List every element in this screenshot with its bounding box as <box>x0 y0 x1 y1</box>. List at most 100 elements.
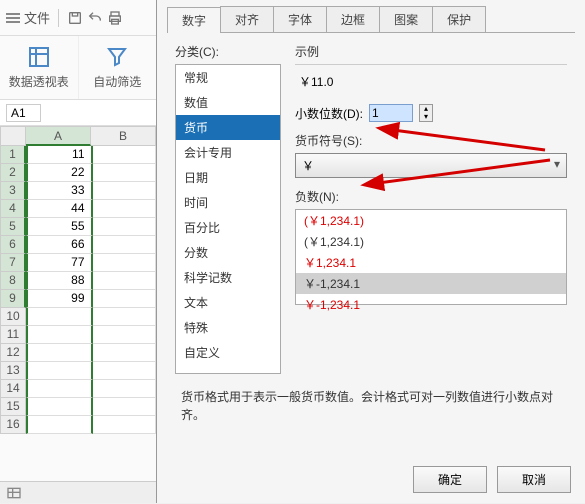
dialog-tab[interactable]: 保护 <box>432 6 486 32</box>
negative-list[interactable]: (￥1,234.1)(￥1,234.1)￥1,234.1￥-1,234.1￥-1… <box>295 209 567 305</box>
category-item[interactable]: 科学记数 <box>176 265 280 290</box>
row-header[interactable]: 7 <box>0 254 26 272</box>
column-header-b[interactable]: B <box>91 126 156 146</box>
cell[interactable] <box>93 146 157 164</box>
negative-item[interactable]: ￥1,234.1 <box>296 252 566 273</box>
cell[interactable]: 33 <box>26 182 93 200</box>
save-icon[interactable] <box>67 10 83 26</box>
spin-down-icon[interactable]: ▾ <box>420 113 432 121</box>
cell[interactable]: 66 <box>26 236 93 254</box>
file-menu[interactable]: 文件 <box>24 8 50 27</box>
cell[interactable] <box>93 272 157 290</box>
hamburger-icon[interactable] <box>6 13 20 23</box>
top-toolbar: 文件 <box>0 0 156 36</box>
cell[interactable]: 88 <box>26 272 93 290</box>
cell[interactable] <box>93 362 157 380</box>
dialog-tab[interactable]: 对齐 <box>220 6 274 32</box>
negative-label: 负数(N): <box>295 188 567 205</box>
row-header[interactable]: 1 <box>0 146 26 164</box>
column-header-a[interactable]: A <box>26 126 91 146</box>
cell[interactable]: 77 <box>26 254 93 272</box>
sample-label: 示例 <box>295 43 567 60</box>
row-header[interactable]: 5 <box>0 218 26 236</box>
row-header[interactable]: 6 <box>0 236 26 254</box>
negative-item[interactable]: (￥1,234.1) <box>296 210 566 231</box>
cell[interactable]: 22 <box>26 164 93 182</box>
row-header[interactable]: 16 <box>0 416 26 434</box>
category-item[interactable]: 数值 <box>176 90 280 115</box>
cell[interactable] <box>93 308 157 326</box>
name-box[interactable]: A1 <box>6 104 41 122</box>
dialog-tab[interactable]: 字体 <box>273 6 327 32</box>
category-item[interactable]: 常规 <box>176 65 280 90</box>
cell[interactable]: 55 <box>26 218 93 236</box>
cell[interactable] <box>26 380 93 398</box>
negative-item[interactable]: ￥-1,234.1 <box>296 273 566 294</box>
row-header[interactable]: 13 <box>0 362 26 380</box>
row-header[interactable]: 4 <box>0 200 26 218</box>
cell[interactable] <box>93 290 157 308</box>
dialog-tab[interactable]: 数字 <box>167 7 221 33</box>
row-header[interactable]: 14 <box>0 380 26 398</box>
cell[interactable]: 99 <box>26 290 93 308</box>
category-item[interactable]: 分数 <box>176 240 280 265</box>
print-icon[interactable] <box>107 10 123 26</box>
name-box-row: A1 <box>0 100 156 126</box>
category-item[interactable]: 货币 <box>176 115 280 140</box>
undo-icon[interactable] <box>87 10 103 26</box>
category-item[interactable]: 特殊 <box>176 315 280 340</box>
cell[interactable] <box>93 398 157 416</box>
category-item[interactable]: 会计专用 <box>176 140 280 165</box>
cell[interactable] <box>26 308 93 326</box>
cell[interactable]: 44 <box>26 200 93 218</box>
dialog-tabs: 数字对齐字体边框图案保护 <box>167 6 585 32</box>
cell[interactable] <box>93 380 157 398</box>
row-header[interactable]: 9 <box>0 290 26 308</box>
pivot-icon <box>27 45 51 69</box>
row-header[interactable]: 3 <box>0 182 26 200</box>
category-item[interactable]: 自定义 <box>176 340 280 365</box>
symbol-select[interactable]: ￥ <box>295 153 567 178</box>
ok-button[interactable]: 确定 <box>413 466 487 493</box>
cell[interactable] <box>26 344 93 362</box>
cancel-button[interactable]: 取消 <box>497 466 571 493</box>
cell[interactable] <box>26 416 93 434</box>
category-item[interactable]: 文本 <box>176 290 280 315</box>
row-header[interactable]: 15 <box>0 398 26 416</box>
cell[interactable] <box>93 182 157 200</box>
negative-item[interactable]: ￥-1,234.1 <box>296 294 566 315</box>
category-item[interactable]: 日期 <box>176 165 280 190</box>
row-header[interactable]: 10 <box>0 308 26 326</box>
decimal-input[interactable] <box>369 104 413 122</box>
ribbon-group: 数据透视表 自动筛选 <box>0 36 156 100</box>
status-bar <box>0 481 156 503</box>
cell[interactable] <box>93 416 157 434</box>
cell[interactable] <box>93 236 157 254</box>
pivot-table-button[interactable]: 数据透视表 <box>0 36 78 99</box>
cell[interactable] <box>93 326 157 344</box>
cell[interactable]: 11 <box>26 146 93 164</box>
negative-item[interactable]: (￥1,234.1) <box>296 231 566 252</box>
cell[interactable] <box>93 200 157 218</box>
dialog-tab[interactable]: 边框 <box>326 6 380 32</box>
category-item[interactable]: 时间 <box>176 190 280 215</box>
autofilter-button[interactable]: 自动筛选 <box>78 36 157 99</box>
category-item[interactable]: 百分比 <box>176 215 280 240</box>
dialog-tab[interactable]: 图案 <box>379 6 433 32</box>
cell[interactable] <box>93 344 157 362</box>
row-header[interactable]: 11 <box>0 326 26 344</box>
cell[interactable] <box>26 362 93 380</box>
cell[interactable] <box>26 326 93 344</box>
select-all-corner[interactable] <box>0 126 26 146</box>
row-header[interactable]: 2 <box>0 164 26 182</box>
category-list[interactable]: 常规数值货币会计专用日期时间百分比分数科学记数文本特殊自定义 <box>175 64 281 374</box>
row-header[interactable]: 12 <box>0 344 26 362</box>
decimal-spinner[interactable]: ▴▾ <box>419 104 433 122</box>
cell[interactable] <box>93 164 157 182</box>
cell[interactable] <box>93 218 157 236</box>
row-header[interactable]: 8 <box>0 272 26 290</box>
cell[interactable] <box>93 254 157 272</box>
pivot-label: 数据透视表 <box>9 73 69 90</box>
cell[interactable] <box>26 398 93 416</box>
format-cells-dialog: 数字对齐字体边框图案保护 分类(C): 常规数值货币会计专用日期时间百分比分数科… <box>156 0 585 503</box>
